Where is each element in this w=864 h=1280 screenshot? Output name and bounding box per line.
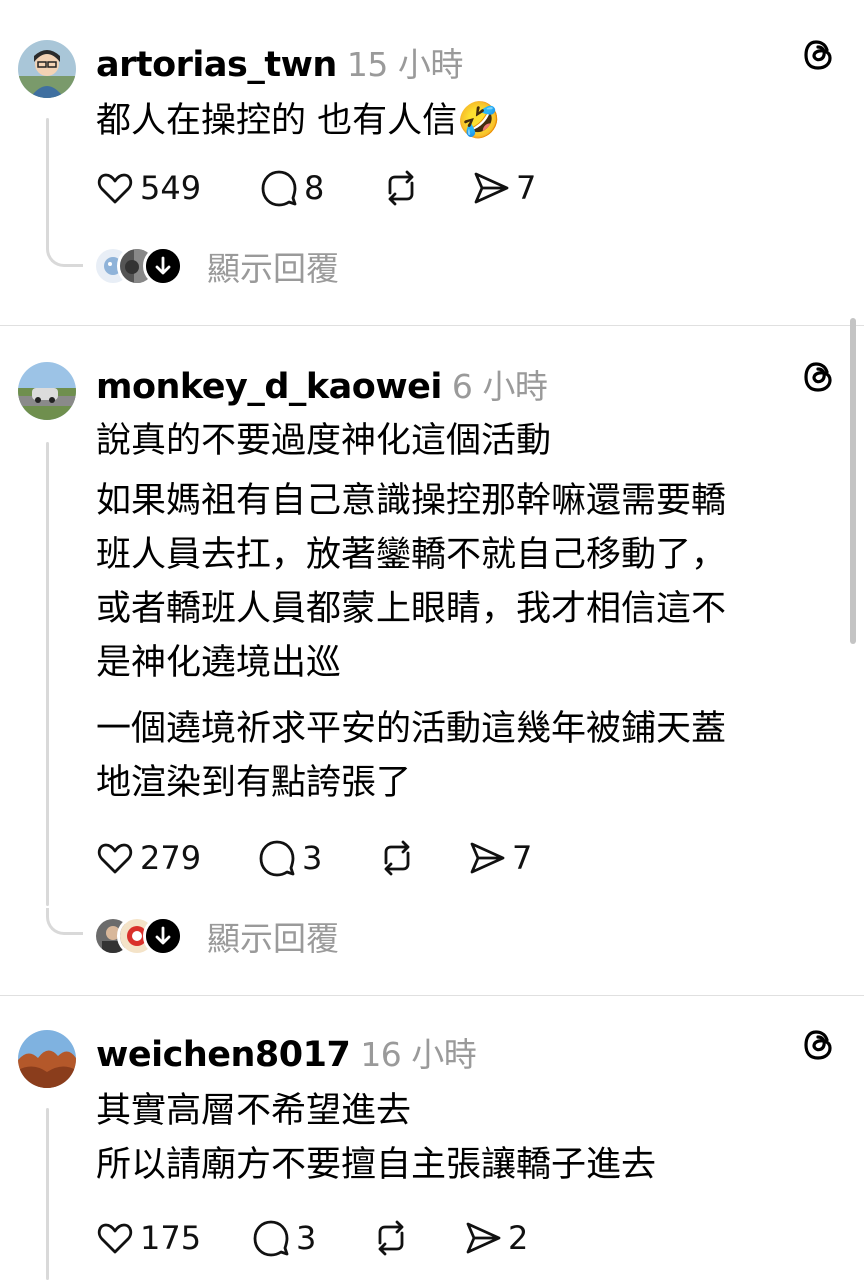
post-line: 如果媽祖有自己意識操控那幹嘛還需要轎 xyxy=(96,481,727,521)
heart-icon xyxy=(97,843,133,874)
repost-button[interactable] xyxy=(382,166,420,210)
comment-button[interactable]: 3 xyxy=(252,1216,316,1260)
post-line: 班人員去扛，放著鑾轎不就自己移動了， xyxy=(96,535,727,575)
timestamp: 16 小時 xyxy=(360,1035,477,1074)
like-count: 279 xyxy=(140,839,202,877)
timestamp: 15 小時 xyxy=(346,45,463,84)
share-button[interactable]: 2 xyxy=(464,1216,528,1260)
timestamp: 6 小時 xyxy=(451,367,548,406)
avatar[interactable] xyxy=(18,1030,76,1088)
post-line: 是神化遶境出巡 xyxy=(96,643,342,683)
threads-logo-icon[interactable] xyxy=(800,36,838,74)
repost-button[interactable] xyxy=(378,836,416,880)
avatar[interactable] xyxy=(18,40,76,98)
post-weichen: weichen8017 16 小時 其實高層不希望進去 所以請廟方不要擅自主張讓轎… xyxy=(0,996,864,1280)
post-line: 所以請廟方不要擅自主張讓轎子進去 xyxy=(96,1145,657,1185)
post-line: 一個遶境祈求平安的活動這幾年被鋪天蓋 xyxy=(96,709,727,749)
post-text: 說真的不要過度神化這個活動 如果媽祖有自己意識操控那幹嘛還需要轎 班人員去扛，放… xyxy=(96,414,726,810)
post-line: 地渲染到有點誇張了 xyxy=(96,763,412,803)
scrollbar[interactable] xyxy=(850,318,856,644)
like-count: 549 xyxy=(140,169,202,207)
post-line: 都人在操控的 也有人信🤣 xyxy=(96,101,501,141)
post-monkey: monkey_d_kaowei 6 小時 說真的不要過度神化這個活動 如果媽祖有自… xyxy=(0,326,864,994)
heart-icon xyxy=(97,1223,133,1254)
repost-icon xyxy=(384,840,410,876)
thread-line xyxy=(46,1108,49,1280)
action-bar: 549 8 7 xyxy=(96,166,576,210)
threads-logo-icon[interactable] xyxy=(800,358,838,396)
heart-icon xyxy=(97,173,133,204)
share-button[interactable]: 7 xyxy=(472,166,536,210)
action-bar: 175 3 2 xyxy=(96,1216,576,1260)
avatar[interactable] xyxy=(18,362,76,420)
threads-logo-icon[interactable] xyxy=(800,1026,838,1064)
comment-bubble-icon xyxy=(259,840,295,877)
post-text: 都人在操控的 也有人信🤣 xyxy=(96,94,501,148)
share-count: 7 xyxy=(512,839,533,877)
comment-count: 3 xyxy=(302,839,323,877)
thread-line xyxy=(46,442,49,906)
comment-button[interactable]: 3 xyxy=(258,836,322,880)
share-count: 7 xyxy=(516,169,537,207)
comment-button[interactable]: 8 xyxy=(260,166,324,210)
like-count: 175 xyxy=(140,1219,202,1257)
repost-icon xyxy=(388,170,414,206)
username[interactable]: weichen8017 16 小時 xyxy=(96,1028,477,1076)
share-button[interactable]: 7 xyxy=(468,836,532,880)
thread-line xyxy=(46,118,49,248)
like-button[interactable]: 549 xyxy=(96,166,201,210)
like-button[interactable]: 175 xyxy=(96,1216,201,1260)
comment-count: 8 xyxy=(304,169,325,207)
reply-avatar xyxy=(143,916,183,956)
username[interactable]: artorias_twn 15 小時 xyxy=(96,38,463,86)
send-icon xyxy=(470,842,505,874)
comment-bubble-icon xyxy=(261,170,297,207)
post-line: 或者轎班人員都蒙上眼睛，我才相信這不 xyxy=(96,589,727,629)
comment-bubble-icon xyxy=(253,1220,289,1257)
thread-curve xyxy=(46,240,83,267)
show-replies-label[interactable]: 顯示回覆 xyxy=(207,242,339,290)
send-icon xyxy=(466,1222,501,1254)
send-icon xyxy=(474,172,509,204)
thread-curve xyxy=(46,908,83,935)
username[interactable]: monkey_d_kaowei 6 小時 xyxy=(96,360,548,408)
share-count: 2 xyxy=(508,1219,529,1257)
show-replies[interactable]: 顯示回覆 xyxy=(93,246,393,288)
comment-count: 3 xyxy=(296,1219,317,1257)
post-line: 其實高層不希望進去 xyxy=(96,1091,412,1131)
post-artorias: artorias_twn15 小時 都人在操控的 也有人信🤣 549 8 7 xyxy=(0,0,864,325)
show-replies-label[interactable]: 顯示回覆 xyxy=(207,912,339,960)
repost-icon xyxy=(378,1220,404,1256)
like-button[interactable]: 279 xyxy=(96,836,201,880)
action-bar: 279 3 7 xyxy=(96,836,576,880)
show-replies[interactable]: 顯示回覆 xyxy=(93,916,393,958)
post-text: 其實高層不希望進去 所以請廟方不要擅自主張讓轎子進去 xyxy=(96,1084,656,1192)
post-line: 說真的不要過度神化這個活動 xyxy=(96,421,552,461)
reply-avatar xyxy=(143,246,183,286)
repost-button[interactable] xyxy=(372,1216,410,1260)
